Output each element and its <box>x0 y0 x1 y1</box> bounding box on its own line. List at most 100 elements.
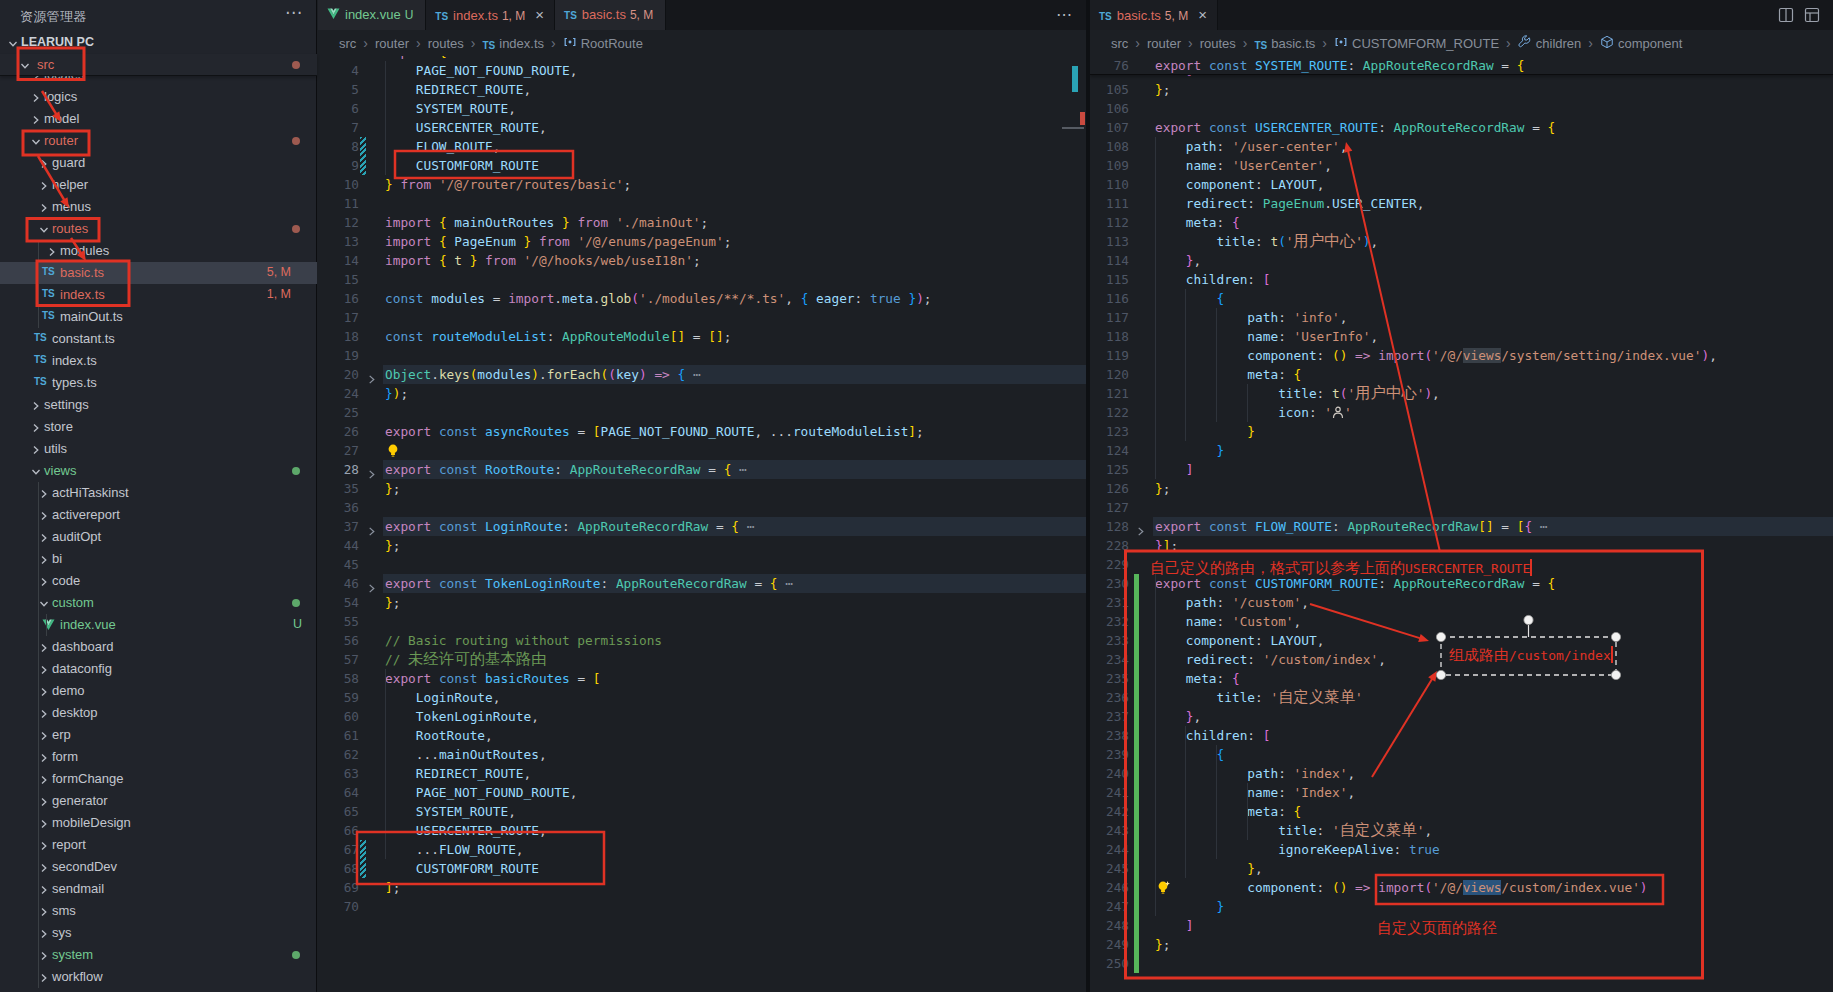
customize-layout-icon[interactable] <box>1804 7 1820 27</box>
middle-tab-index-ts[interactable]: TSindex.ts1, M× <box>426 0 555 30</box>
right-line-111[interactable]: 111 redirect: PageEnum.USER_CENTER, <box>1090 194 1833 213</box>
tree-item-seconddev[interactable]: secondDev <box>0 856 317 878</box>
middle-line-60[interactable]: 60 TokenLoginRoute, <box>318 707 1086 726</box>
sticky-scroll-line[interactable]: 76export const SYSTEM_ROUTE: AppRouteRec… <box>1090 56 1833 75</box>
middle-line-45[interactable]: 45 <box>318 555 1086 574</box>
tree-item-router[interactable]: router <box>0 130 317 152</box>
middle-line-36[interactable]: 36 <box>318 498 1086 517</box>
right-breadcrumb-children[interactable]: children <box>1518 31 1582 57</box>
right-tab-basic-ts[interactable]: TSbasic.ts5, M× <box>1090 0 1218 30</box>
right-line-116[interactable]: 116 { <box>1090 289 1833 308</box>
right-line-230[interactable]: 230export const CUSTOMFORM_ROUTE: AppRou… <box>1090 574 1833 593</box>
tree-item-acthitaskinst[interactable]: actHiTaskinst <box>0 482 317 504</box>
middle-line-10[interactable]: 10} from '/@/router/routes/basic'; <box>318 175 1086 194</box>
right-line-232[interactable]: 232 name: 'Custom', <box>1090 612 1833 631</box>
right-line-117[interactable]: 117 path: 'info', <box>1090 308 1833 327</box>
tree-item-erp[interactable]: erp <box>0 724 317 746</box>
middle-editor-more-actions-icon[interactable]: ⋯ <box>1056 0 1072 30</box>
middle-breadcrumb-routes[interactable]: routes <box>428 31 464 57</box>
right-line-114[interactable]: 114 }, <box>1090 251 1833 270</box>
tree-item-form[interactable]: form <box>0 746 317 768</box>
right-line-109[interactable]: 109 name: 'UserCenter', <box>1090 156 1833 175</box>
middle-line-8[interactable]: 8 FLOW_ROUTE, <box>318 137 1086 156</box>
tree-item-views[interactable]: views <box>0 460 317 482</box>
middle-line-64[interactable]: 64 PAGE_NOT_FOUND_ROUTE, <box>318 783 1086 802</box>
middle-line-16[interactable]: 16const modules = import.meta.glob('./mo… <box>318 289 1086 308</box>
tree-item-model[interactable]: model <box>0 108 317 130</box>
middle-line-24[interactable]: 24}); <box>318 384 1086 403</box>
tree-item-custom[interactable]: custom <box>0 592 317 614</box>
right-line-235[interactable]: 235 meta: { <box>1090 669 1833 688</box>
middle-breadcrumb-index-ts[interactable]: TSindex.ts <box>482 31 544 58</box>
middle-line-19[interactable]: 19 <box>318 346 1086 365</box>
middle-line-67[interactable]: 67 ...FLOW_ROUTE, <box>318 840 1086 859</box>
middle-line-5[interactable]: 5 REDIRECT_ROUTE, <box>318 80 1086 99</box>
tree-item-mobiledesign[interactable]: mobileDesign <box>0 812 317 834</box>
tree-item-dashboard[interactable]: dashboard <box>0 636 317 658</box>
middle-line-68[interactable]: 68 CUSTOMFORM_ROUTE <box>318 859 1086 878</box>
right-line-128[interactable]: 128export const FLOW_ROUTE: AppRouteReco… <box>1090 517 1833 536</box>
middle-line-59[interactable]: 59 LoginRoute, <box>318 688 1086 707</box>
right-line-237[interactable]: 237 }, <box>1090 707 1833 726</box>
middle-line-56[interactable]: 56// Basic routing without permissions <box>318 631 1086 650</box>
tree-item-activereport[interactable]: activereport <box>0 504 317 526</box>
middle-line-11[interactable]: 11 <box>318 194 1086 213</box>
middle-line-63[interactable]: 63 REDIRECT_ROUTE, <box>318 764 1086 783</box>
right-line-76-sticky[interactable]: 76export const SYSTEM_ROUTE: AppRouteRec… <box>1090 56 1833 75</box>
tree-item-sendmail[interactable]: sendmail <box>0 878 317 900</box>
right-line-239[interactable]: 239 { <box>1090 745 1833 764</box>
tree-item-index-ts[interactable]: TSindex.ts1, M <box>0 284 317 306</box>
middle-line-58[interactable]: 58export const basicRoutes = [ <box>318 669 1086 688</box>
tree-item-auditopt[interactable]: auditOpt <box>0 526 317 548</box>
right-line-250[interactable]: 250 <box>1090 954 1833 973</box>
tree-item-code[interactable]: code <box>0 570 317 592</box>
right-line-245[interactable]: 245 }, <box>1090 859 1833 878</box>
right-line-122[interactable]: 122 icon: '' <box>1090 403 1833 422</box>
right-breadcrumb-component[interactable]: component <box>1600 31 1682 57</box>
tab-close-icon[interactable]: × <box>1198 6 1207 23</box>
tab-close-icon[interactable]: × <box>535 6 544 23</box>
tree-item-demo[interactable]: demo <box>0 680 317 702</box>
middle-line-25[interactable]: 25 <box>318 403 1086 422</box>
tree-item-utils[interactable]: utils <box>0 438 317 460</box>
split-editor-icon[interactable] <box>1778 7 1794 27</box>
middle-line-70[interactable]: 70 <box>318 897 1086 916</box>
tree-item-src-sticky[interactable]: src <box>0 54 317 76</box>
fold-chevron-icon[interactable] <box>367 579 376 588</box>
right-line-105[interactable]: 105}; <box>1090 80 1833 99</box>
right-line-110[interactable]: 110 component: LAYOUT, <box>1090 175 1833 194</box>
right-line-231[interactable]: 231 path: '/custom', <box>1090 593 1833 612</box>
right-line-234[interactable]: 234 redirect: '/custom/index', <box>1090 650 1833 669</box>
right-line-248[interactable]: 248 ] <box>1090 916 1833 935</box>
middle-line-62[interactable]: 62 ...mainOutRoutes, <box>318 745 1086 764</box>
middle-tab-index-vue[interactable]: index.vueU <box>318 0 426 30</box>
middle-line-20[interactable]: 20Object.keys(modules).forEach((key) => … <box>318 365 1086 384</box>
middle-line-4[interactable]: 4 PAGE_NOT_FOUND_ROUTE, <box>318 61 1086 80</box>
explorer-more-actions-icon[interactable]: ⋯ <box>285 2 302 23</box>
middle-line-17[interactable]: 17 <box>318 308 1086 327</box>
fold-chevron-icon[interactable] <box>367 522 376 531</box>
right-line-120[interactable]: 120 meta: { <box>1090 365 1833 384</box>
right-line-233[interactable]: 233 component: LAYOUT, <box>1090 631 1833 650</box>
tree-item-dataconfig[interactable]: dataconfig <box>0 658 317 680</box>
right-line-249[interactable]: 249}; <box>1090 935 1833 954</box>
tree-item-bi[interactable]: bi <box>0 548 317 570</box>
tree-item-report[interactable]: report <box>0 834 317 856</box>
tree-item-index-vue[interactable]: index.vueU <box>0 614 317 636</box>
right-breadcrumb-routes[interactable]: routes <box>1200 31 1236 57</box>
tree-item-mainout-ts[interactable]: TSmainOut.ts <box>0 306 317 328</box>
middle-line-55[interactable]: 55 <box>318 612 1086 631</box>
right-line-229[interactable]: 229 <box>1090 555 1833 574</box>
fold-chevron-icon[interactable] <box>367 370 376 379</box>
middle-line-46[interactable]: 46export const TokenLoginRoute: AppRoute… <box>318 574 1086 593</box>
middle-line-7[interactable]: 7 USERCENTER_ROUTE, <box>318 118 1086 137</box>
middle-line-61[interactable]: 61 RootRoute, <box>318 726 1086 745</box>
middle-breadcrumb-router[interactable]: router <box>375 31 409 57</box>
right-line-119[interactable]: 119 component: () => import('/@/views/sy… <box>1090 346 1833 365</box>
right-line-124[interactable]: 124 } <box>1090 441 1833 460</box>
tree-item-basic-ts[interactable]: TSbasic.ts5, M <box>0 262 317 284</box>
right-line-113[interactable]: 113 title: t('用户中心'), <box>1090 232 1833 251</box>
tree-item-logics[interactable]: logics <box>0 86 317 108</box>
middle-line-9[interactable]: 9 CUSTOMFORM_ROUTE <box>318 156 1086 175</box>
right-line-238[interactable]: 238 children: [ <box>1090 726 1833 745</box>
